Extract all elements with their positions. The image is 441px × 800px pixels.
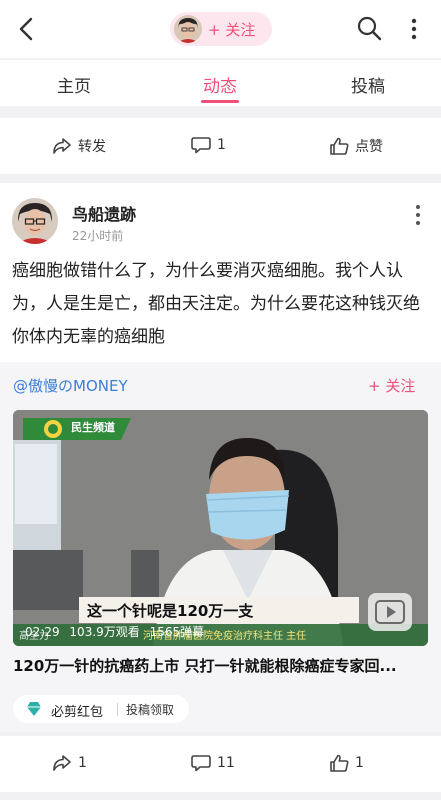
prev-share-button[interactable]: 转发: [52, 136, 106, 156]
prev-post-action-bar: 转发 1 点赞: [0, 118, 441, 174]
video-thumbnail[interactable]: 民生频道 这一个针呢是120万一支 高全力 河南省肿瘤医院免疫治疗科主任 主任 …: [13, 410, 428, 646]
comment-button[interactable]: 11: [191, 754, 235, 772]
red-packet-label: 必剪红包: [51, 705, 104, 720]
prev-comment-count: 1: [217, 137, 226, 153]
post-time: 22小时前: [72, 229, 124, 243]
tab-home[interactable]: 主页: [57, 72, 91, 97]
video-views: 103.9万观看: [69, 625, 140, 639]
tab-bar: 主页 动态 投稿: [0, 60, 441, 106]
thumbs-up-icon: [330, 137, 349, 155]
prev-like-button[interactable]: 点赞: [329, 136, 383, 156]
channel-name: 民生频道: [71, 421, 115, 434]
header-follow-label: + 关注: [208, 20, 256, 39]
video-caption: 这一个针呢是120万一支: [87, 602, 254, 620]
video-title[interactable]: 120万一针的抗癌药上市 只打一针就能根除癌症专家回...: [13, 655, 433, 676]
play-icon: [375, 600, 405, 624]
share-icon: [53, 138, 71, 154]
header-avatar: [174, 15, 202, 43]
play-button[interactable]: [368, 593, 412, 631]
comment-icon: [191, 137, 211, 154]
prev-comment-button[interactable]: 1: [191, 136, 226, 154]
share-button[interactable]: 1: [52, 754, 87, 772]
video-stats: 02:29 103.9万观看 1565弹幕: [25, 623, 204, 640]
top-bar: + 关注: [0, 0, 441, 58]
video-duration: 02:29: [25, 625, 60, 639]
active-tab-indicator: [201, 100, 239, 103]
red-packet-icon: [27, 702, 41, 716]
tab-dynamics[interactable]: 动态: [203, 72, 237, 97]
thumbs-up-icon: [330, 754, 349, 772]
author-name[interactable]: 鸟船遗跡: [72, 201, 136, 225]
share-icon: [53, 755, 71, 771]
prev-share-label: 转发: [78, 139, 106, 155]
like-count: 1: [355, 755, 364, 771]
author-avatar[interactable]: [12, 198, 58, 244]
comment-count: 11: [217, 755, 235, 771]
comment-icon: [191, 755, 211, 772]
prev-like-label: 点赞: [355, 139, 383, 155]
like-button[interactable]: 1: [329, 754, 364, 772]
share-count: 1: [78, 755, 87, 771]
search-icon[interactable]: [356, 15, 382, 41]
post-card: 鸟船遗跡 22小时前 癌细胞做错什么了，为什么要消灭癌细胞。我个人认为，人是生是…: [0, 183, 441, 732]
submission-reward-label: 投稿领取: [126, 703, 175, 717]
repost-follow-button[interactable]: + 关注: [368, 375, 415, 396]
more-vertical-icon[interactable]: [406, 16, 422, 42]
post-more-icon[interactable]: [413, 203, 423, 227]
header-follow-button[interactable]: + 关注: [170, 12, 272, 46]
video-danmaku: 1565弹幕: [149, 625, 205, 639]
chip-divider: [117, 703, 118, 716]
repost-card[interactable]: @傲慢のMONEY + 关注 民生频道 这一个针呢是120万一支 高全力 河南省…: [0, 362, 441, 732]
repost-author-handle[interactable]: @傲慢のMONEY: [13, 375, 128, 396]
tab-submissions[interactable]: 投稿: [351, 72, 385, 97]
post-action-bar: 1 11 1: [0, 736, 441, 792]
back-arrow-icon[interactable]: [14, 15, 42, 43]
red-packet-chip[interactable]: 必剪红包 投稿领取: [13, 695, 189, 723]
post-text: 癌细胞做错什么了，为什么要消灭癌细胞。我个人认为，人是生是亡，都由天注定。为什么…: [12, 261, 420, 347]
